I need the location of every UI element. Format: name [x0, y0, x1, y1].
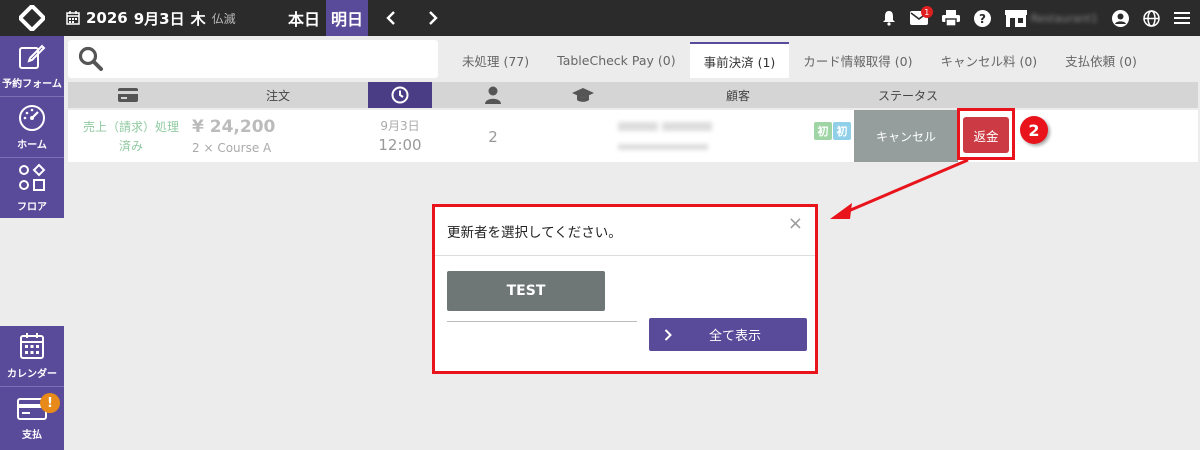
bell-icon — [882, 11, 895, 26]
order-price: ¥ 24,200 — [192, 117, 276, 137]
chevron-left-icon — [386, 11, 395, 25]
print-button[interactable] — [941, 10, 960, 26]
select-updater-dialog: 更新者を選択してください。 × TEST 全て表示 — [432, 204, 818, 374]
tab-card-info[interactable]: カード情報取得 (0) — [789, 42, 926, 78]
customer-name-blurred[interactable] — [616, 118, 746, 156]
account-button[interactable] — [1112, 9, 1129, 27]
clock-icon — [391, 86, 409, 104]
restaurant-selector[interactable]: Restaurant1 — [1004, 9, 1098, 27]
calendar-small-icon — [66, 11, 80, 25]
close-icon[interactable]: × — [788, 213, 803, 234]
column-customer: 顧客 — [725, 88, 750, 103]
tab-cancel-fee[interactable]: キャンセル料 (0) — [926, 42, 1051, 78]
refund-highlight-frame — [957, 108, 1015, 160]
svg-text:?: ? — [979, 12, 986, 26]
sidebar: 予約フォーム ホーム フロア カレンダー 支払 ! — [0, 36, 64, 450]
tab-prepayment[interactable]: 事前決済 (1) — [689, 42, 790, 78]
chevron-right-icon — [429, 11, 438, 25]
tablecheck-logo[interactable] — [0, 0, 64, 36]
prev-day-button[interactable] — [376, 0, 406, 36]
date-picker[interactable]: 2026 9月3日 木 仏滅 — [66, 0, 236, 36]
language-button[interactable] — [1143, 9, 1160, 27]
date-weekday: 木 — [190, 9, 206, 28]
first-visit-badge: 初 — [833, 122, 851, 140]
search-icon — [78, 46, 103, 71]
reservation-time: 12:00 — [378, 136, 422, 154]
column-order: 注文 — [265, 88, 290, 103]
printer-icon — [941, 10, 960, 26]
menu-button[interactable] — [1174, 11, 1190, 25]
column-source — [568, 82, 598, 108]
messages-button[interactable]: 1 — [909, 6, 933, 25]
user-test-button[interactable]: TEST — [447, 271, 605, 311]
column-guests — [478, 82, 508, 108]
dialog-divider — [435, 255, 815, 256]
shapes-icon — [19, 163, 46, 191]
sidebar-item-calendar[interactable]: カレンダー — [0, 326, 64, 386]
chevron-right-icon — [649, 328, 687, 341]
reservation-date: 9月3日 — [380, 119, 420, 133]
sidebar-item-label: ホーム — [17, 140, 47, 151]
restaurant-name: Restaurant1 — [1030, 11, 1098, 25]
payment-status-line2: 済み — [118, 139, 143, 153]
today-button[interactable]: 本日 — [282, 0, 326, 36]
tab-tablecheck-pay[interactable]: TableCheck Pay (0) — [543, 42, 689, 78]
show-all-label: 全て表示 — [708, 329, 761, 344]
sidebar-item-label: 予約フォーム — [2, 79, 62, 90]
globe-icon — [1143, 9, 1160, 27]
gauge-icon — [19, 105, 45, 131]
sidebar-item-label: カレンダー — [7, 369, 57, 380]
order-course: 2 × Course A — [192, 141, 272, 155]
sidebar-item-home[interactable]: ホーム — [0, 97, 64, 157]
mail-count-badge: 1 — [920, 6, 933, 18]
sidebar-item-reservation-form[interactable]: 予約フォーム — [0, 36, 64, 96]
user-list-divider — [447, 321, 637, 322]
show-all-button[interactable]: 全て表示 — [649, 318, 807, 351]
rokuyo-label: 仏滅 — [211, 11, 236, 26]
logo-icon — [19, 5, 45, 31]
payment-tabs: 未処理 (77) TableCheck Pay (0) 事前決済 (1) カード… — [448, 42, 1151, 78]
calendar-icon — [20, 333, 44, 359]
table-header: 注文 顧客 ステータス — [68, 82, 1198, 108]
column-status: ステータス — [877, 88, 938, 103]
dialog-title: 更新者を選択してください。 — [447, 225, 622, 241]
graduation-cap-icon — [572, 88, 594, 102]
edit-icon — [19, 44, 46, 69]
status-cancel[interactable]: キャンセル — [854, 110, 958, 162]
hamburger-icon — [1174, 12, 1190, 24]
user-circle-icon — [1112, 9, 1129, 27]
column-time[interactable] — [368, 82, 432, 108]
sidebar-item-payment[interactable]: 支払 ! — [0, 387, 64, 450]
sidebar-item-label: フロア — [17, 202, 47, 213]
search-box — [68, 40, 438, 78]
date-year: 2026 — [86, 9, 128, 27]
store-icon — [1004, 9, 1027, 27]
step-number-badge: 2 — [1020, 116, 1048, 144]
help-icon: ? — [973, 9, 991, 27]
sidebar-item-label: 支払 — [22, 429, 42, 441]
first-visit-badge: 初 — [814, 122, 832, 140]
column-payment — [108, 82, 148, 108]
payment-status-link[interactable]: 売上（請求）処理 済み — [74, 118, 188, 156]
help-button[interactable]: ? — [973, 9, 991, 27]
sidebar-item-floor[interactable]: フロア — [0, 158, 64, 218]
tab-unprocessed[interactable]: 未処理 (77) — [448, 42, 543, 78]
person-icon — [485, 86, 501, 104]
notifications-button[interactable] — [882, 10, 896, 26]
payment-status-line1: 売上（請求）処理 — [82, 120, 179, 134]
search-input[interactable] — [112, 44, 438, 74]
tomorrow-button[interactable]: 明日 — [326, 0, 368, 36]
tab-payment-request[interactable]: 支払依頼 (0) — [1051, 42, 1151, 78]
card-header-icon — [118, 88, 138, 102]
date-month-day: 9月3日 — [133, 9, 185, 28]
guest-count: 2 — [488, 128, 498, 146]
next-day-button[interactable] — [418, 0, 448, 36]
payment-alert-badge: ! — [40, 393, 60, 413]
top-bar: 2026 9月3日 木 仏滅 本日 明日 1 ? Restaurant1 — [0, 0, 1200, 36]
